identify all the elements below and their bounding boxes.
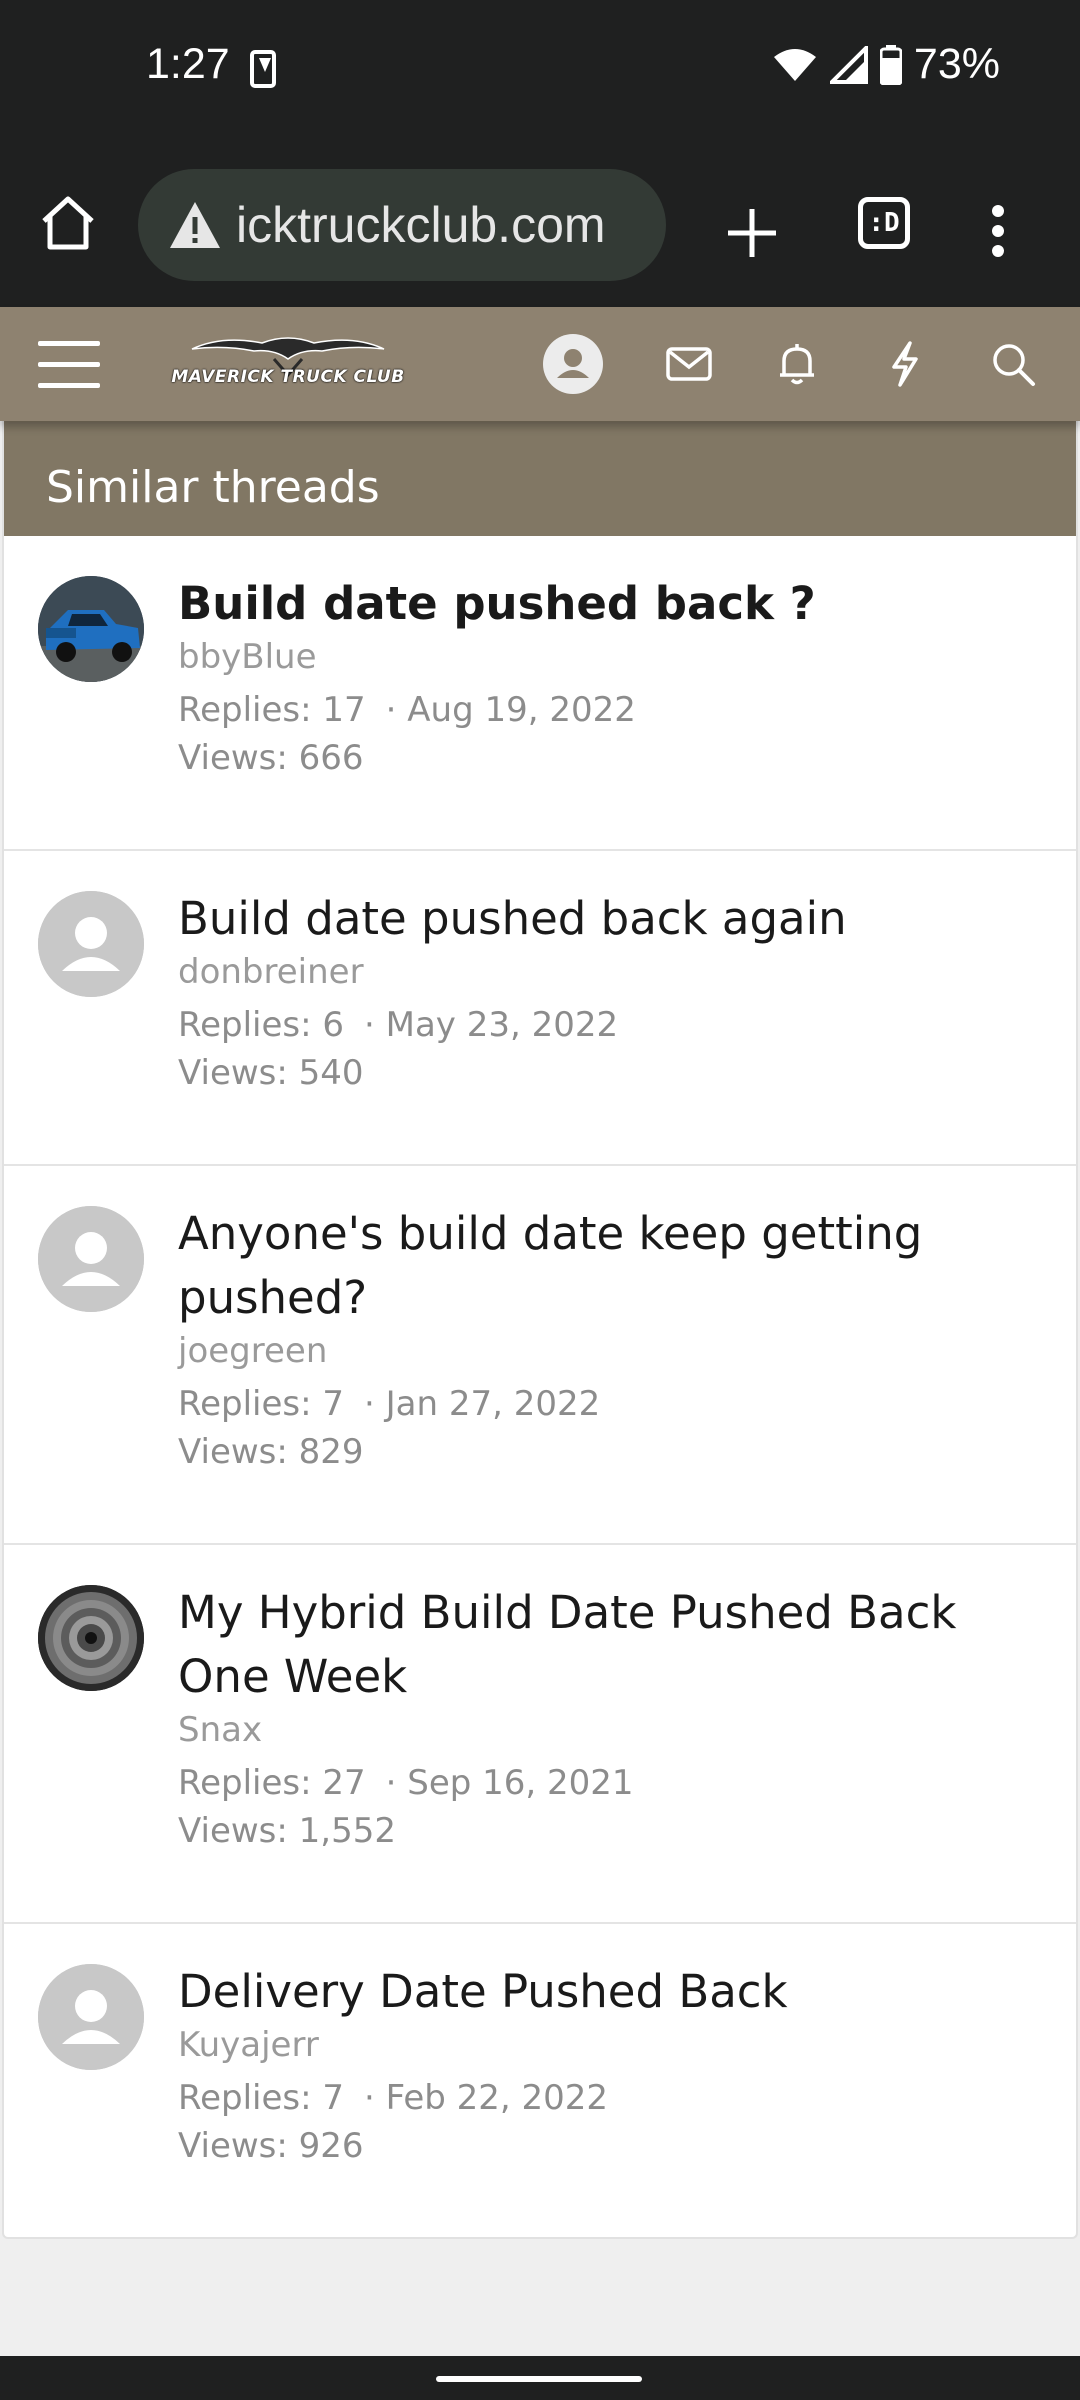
thread-replies-date: Replies: 7 · Jan 27, 2022 bbox=[178, 1380, 1076, 1428]
warning-icon[interactable] bbox=[168, 200, 222, 250]
thread-author-link[interactable]: Kuyajerr bbox=[178, 2022, 1076, 2068]
thread-title-link[interactable]: Delivery Date Pushed Back bbox=[178, 1960, 1076, 2024]
home-icon[interactable] bbox=[38, 195, 98, 251]
inbox-icon[interactable] bbox=[664, 339, 714, 389]
thread-views: Views: 1,552 bbox=[178, 1811, 396, 1851]
tab-switcher-button[interactable]: :D bbox=[858, 197, 910, 249]
user-avatar-cassette[interactable] bbox=[38, 1585, 144, 1691]
wifi-icon bbox=[772, 47, 818, 83]
signal-icon bbox=[829, 45, 868, 84]
thread-item[interactable]: Build date pushed back again donbreiner … bbox=[4, 851, 1076, 1166]
url-text[interactable]: icktruckclub.com bbox=[236, 196, 606, 254]
thread-date[interactable]: · May 23, 2022 bbox=[364, 1005, 618, 1045]
thread-item[interactable]: Build date pushed back ? bbyBlue Replies… bbox=[4, 536, 1076, 851]
similar-threads-panel: Similar threads Build date pushed back ?… bbox=[2, 421, 1078, 2239]
system-nav-bar bbox=[0, 2356, 1080, 2400]
thread-replies-date: Replies: 7 · Feb 22, 2022 bbox=[178, 2074, 1076, 2122]
thread-replies-date: Replies: 27 · Sep 16, 2021 bbox=[178, 1759, 1076, 1807]
default-avatar-icon[interactable] bbox=[38, 891, 144, 997]
account-avatar-icon[interactable] bbox=[543, 334, 603, 394]
thread-views: Views: 666 bbox=[178, 738, 364, 778]
thread-date[interactable]: · Aug 19, 2022 bbox=[386, 690, 636, 730]
gesture-handle[interactable] bbox=[436, 2376, 642, 2382]
thread-replies-date: Replies: 6 · May 23, 2022 bbox=[178, 1001, 1076, 1049]
url-bar[interactable]: icktruckclub.com bbox=[138, 169, 666, 281]
status-time: 1:27 bbox=[146, 40, 230, 88]
thread-views: Views: 540 bbox=[178, 1053, 364, 1093]
thread-date[interactable]: · Sep 16, 2021 bbox=[386, 1763, 634, 1803]
status-bar: 1:27 73% bbox=[0, 0, 1080, 135]
notifications-bell-icon[interactable] bbox=[772, 339, 822, 389]
browser-toolbar: icktruckclub.com :D bbox=[0, 135, 1080, 307]
thread-replies: Replies: 6 bbox=[178, 1005, 345, 1045]
thread-views: Views: 926 bbox=[178, 2126, 364, 2166]
user-avatar-truck[interactable] bbox=[38, 576, 144, 682]
thread-views: Views: 829 bbox=[178, 1432, 364, 1472]
thread-author-link[interactable]: bbyBlue bbox=[178, 634, 1076, 680]
status-right: 73% bbox=[772, 40, 1000, 89]
thread-replies: Replies: 17 bbox=[178, 690, 366, 730]
thread-title-link[interactable]: Build date pushed back again bbox=[178, 887, 1076, 951]
thread-replies: Replies: 27 bbox=[178, 1763, 366, 1803]
thread-title-link[interactable]: Build date pushed back ? bbox=[178, 572, 1076, 636]
thread-date[interactable]: · Feb 22, 2022 bbox=[364, 2078, 608, 2118]
site-header: MAVERICK TRUCK CLUB bbox=[0, 307, 1080, 421]
thread-author-link[interactable]: joegreen bbox=[178, 1328, 1076, 1374]
new-tab-icon[interactable] bbox=[724, 205, 780, 261]
thread-date[interactable]: · Jan 27, 2022 bbox=[364, 1384, 600, 1424]
whats-new-lightning-icon[interactable] bbox=[880, 339, 930, 389]
battery-percent: 73% bbox=[913, 40, 1000, 88]
search-icon[interactable] bbox=[988, 339, 1038, 389]
thread-title-link[interactable]: My Hybrid Build Date Pushed Back One Wee… bbox=[178, 1581, 1076, 1709]
thread-author-link[interactable]: donbreiner bbox=[178, 949, 1076, 995]
thread-item[interactable]: My Hybrid Build Date Pushed Back One Wee… bbox=[4, 1545, 1076, 1924]
thread-replies: Replies: 7 bbox=[178, 2078, 345, 2118]
download-notification-icon bbox=[250, 50, 276, 88]
more-menu-icon[interactable] bbox=[990, 203, 1006, 259]
thread-item[interactable]: Anyone's build date keep getting pushed?… bbox=[4, 1166, 1076, 1545]
default-avatar-icon[interactable] bbox=[38, 1206, 144, 1312]
thread-replies: Replies: 7 bbox=[178, 1384, 345, 1424]
panel-title: Similar threads bbox=[4, 421, 1076, 536]
thread-replies-date: Replies: 17 · Aug 19, 2022 bbox=[178, 686, 1076, 734]
default-avatar-icon[interactable] bbox=[38, 1964, 144, 2070]
thread-title-link[interactable]: Anyone's build date keep getting pushed? bbox=[178, 1202, 1076, 1330]
thread-item[interactable]: Delivery Date Pushed Back Kuyajerr Repli… bbox=[4, 1924, 1076, 2234]
battery-icon bbox=[879, 44, 902, 85]
thread-author-link[interactable]: Snax bbox=[178, 1707, 1076, 1753]
